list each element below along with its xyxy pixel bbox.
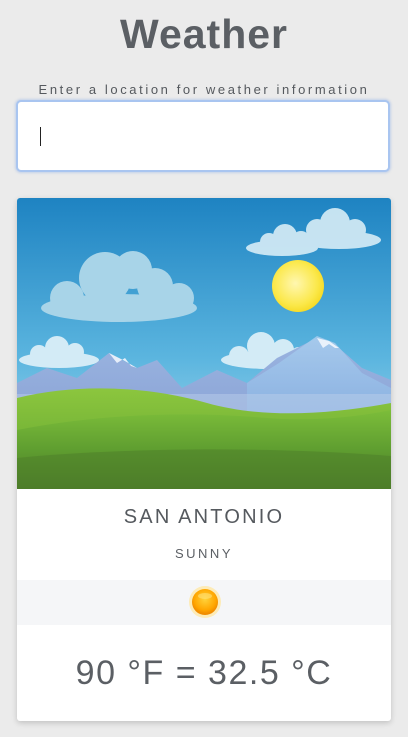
weather-card: SAN ANTONIO SUNNY 90 °F = 32.5 °C (17, 198, 391, 721)
condition-icon-strip (17, 580, 391, 625)
city-name: SAN ANTONIO (123, 506, 285, 528)
sun-icon (189, 586, 221, 618)
weather-app: Weather Enter a location for weather inf… (0, 0, 408, 737)
search-label: Enter a location for weather information (38, 82, 370, 97)
landscape-illustration (17, 198, 391, 489)
temperature-reading: 90 °F = 32.5 °C (75, 654, 333, 692)
location-search-input[interactable] (16, 100, 390, 172)
app-title: Weather (119, 11, 289, 57)
text-cursor (40, 127, 41, 146)
weather-condition: SUNNY (174, 546, 233, 561)
